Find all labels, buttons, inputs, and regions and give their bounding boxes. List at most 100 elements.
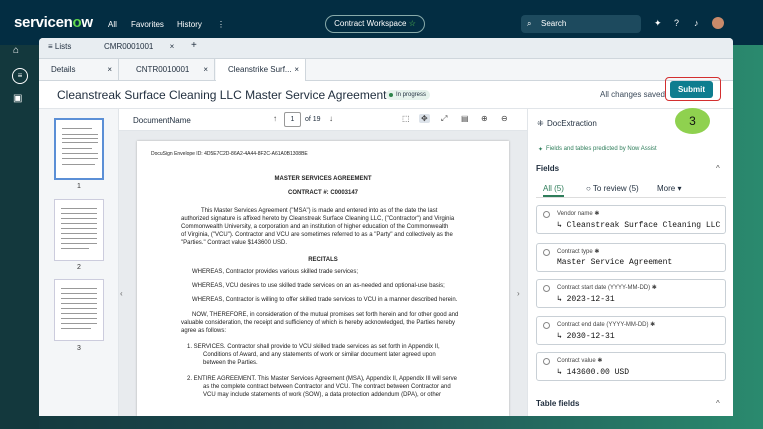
- layout-icon[interactable]: ▤: [461, 114, 469, 123]
- help-icon[interactable]: ?: [674, 18, 679, 28]
- doc-paragraph: This Master Services Agreement ("MSA") i…: [201, 208, 438, 214]
- field-label: Contract type ✱: [557, 249, 600, 255]
- close-icon[interactable]: ×: [170, 42, 175, 51]
- home-icon[interactable]: ⌂: [13, 45, 19, 56]
- predicted-note: Fields and tables predicted by Now Assis…: [546, 146, 657, 152]
- chevron-right-icon[interactable]: ›: [517, 289, 525, 299]
- doc-paragraph: Commonwealth University, a corporation a…: [181, 224, 449, 230]
- field-value[interactable]: ↳ 2030-12-31: [557, 331, 615, 341]
- field-contract-value[interactable]: Contract value ✱ ↳ 143600.00 USD: [536, 352, 726, 381]
- doc-paragraph: 2. ENTIRE AGREEMENT. This Master Service…: [187, 376, 457, 382]
- fullscreen-icon[interactable]: ⤢: [441, 114, 447, 124]
- doc-paragraph: WHEREAS, Contractor is willing to offer …: [192, 297, 458, 303]
- field-label: Vendor name ✱: [557, 211, 600, 217]
- lists-tab[interactable]: ≡ Lists: [48, 42, 71, 51]
- field-vendor-name[interactable]: Vendor name ✱ ↳ Cleanstreak Surface Clean…: [536, 205, 726, 234]
- field-label: Contract start date (YYYY-MM-DD) ✱: [557, 285, 657, 291]
- doc-paragraph: "Parties." Contract value $143600 USD.: [181, 240, 287, 246]
- nav-all[interactable]: All: [108, 20, 117, 29]
- contract-number: CONTRACT #: C0003147: [287, 190, 359, 196]
- doc-paragraph: 1. SERVICES. Contractor shall provide to…: [187, 344, 440, 350]
- nav-history[interactable]: History: [177, 20, 202, 29]
- tab-contract[interactable]: CNTR0010001 ×: [124, 59, 215, 81]
- arrow-up-icon[interactable]: ↑: [273, 114, 277, 123]
- radio-button[interactable]: [543, 249, 550, 256]
- global-search-input[interactable]: ⌕ Search: [521, 15, 641, 33]
- page-title: Cleanstreak Surface Cleaning LLC Master …: [57, 88, 387, 102]
- field-label: Contract end date (YYYY-MM-DD) ✱: [557, 322, 656, 328]
- workspace-pill[interactable]: Contract Workspace ☆: [325, 15, 425, 33]
- thumbnail-number: 2: [77, 264, 81, 271]
- workspace-app: ≡ Lists CMR0001001 × + Details × CNTR0010…: [39, 38, 733, 416]
- doc-paragraph: agree as follows:: [181, 328, 227, 334]
- page-thumbnail-2[interactable]: [54, 199, 104, 261]
- field-start-date[interactable]: Contract start date (YYYY-MM-DD) ✱ ↳ 2023…: [536, 279, 726, 308]
- arrow-down-icon[interactable]: ↓: [329, 114, 333, 123]
- record-tab[interactable]: CMR0001001 ×: [104, 42, 174, 51]
- page-count: of 19: [305, 116, 321, 123]
- field-value[interactable]: ↳ 2023-12-31: [557, 294, 615, 304]
- servicenow-logo[interactable]: servicenow: [14, 14, 93, 31]
- close-icon[interactable]: ×: [203, 59, 208, 81]
- bell-icon[interactable]: ♪: [694, 18, 699, 28]
- inbox-icon[interactable]: ▣: [13, 93, 22, 104]
- nav-favorites[interactable]: Favorites: [131, 20, 164, 29]
- field-value[interactable]: ↳ 143600.00 USD: [557, 367, 629, 377]
- tab-document[interactable]: Cleanstrike Surf... ×: [216, 59, 306, 81]
- tab-contract-label: CNTR0010001: [136, 65, 190, 74]
- radio-button[interactable]: [543, 322, 550, 329]
- pan-icon[interactable]: ✥: [419, 114, 430, 123]
- chevron-left-icon[interactable]: ‹: [120, 289, 128, 299]
- tab-more-label: More: [657, 184, 676, 193]
- page-number-input[interactable]: 1: [284, 112, 301, 127]
- close-icon[interactable]: ×: [294, 59, 299, 81]
- tab-details[interactable]: Details ×: [39, 59, 119, 81]
- tab-to-review-label: To review (5): [592, 184, 639, 193]
- page-thumbnail-3[interactable]: [54, 279, 104, 341]
- tab-more[interactable]: More ▾: [657, 184, 681, 193]
- doc-extraction-panel: ⁜ DocExtraction ✦ Fields and tables pred…: [527, 109, 733, 416]
- doc-paragraph: authorized signature is affixed hereto b…: [181, 216, 455, 222]
- list-icon[interactable]: ≡: [12, 68, 28, 84]
- close-icon[interactable]: ×: [107, 59, 112, 81]
- sparkle-icon[interactable]: ✦: [654, 18, 662, 29]
- thumbnail-number: 1: [77, 183, 81, 190]
- fields-heading: Fields: [536, 164, 560, 173]
- radio-button[interactable]: [543, 358, 550, 365]
- lists-label: Lists: [54, 42, 72, 51]
- search-icon: ⌕: [527, 19, 532, 28]
- document-name: DocumentName: [133, 116, 191, 125]
- star-icon: ☆: [408, 19, 416, 28]
- doc-paragraph: VCU may include statements of work (SOW)…: [203, 392, 441, 398]
- step-marker: 3: [675, 108, 710, 134]
- chevron-up-icon[interactable]: ^: [716, 399, 720, 408]
- tab-document-label: Cleanstrike Surf...: [228, 65, 292, 74]
- doc-paragraph: valuable consideration, the receipt and …: [181, 320, 456, 326]
- tab-to-review[interactable]: ○ To review (5): [586, 184, 639, 193]
- doc-heading: MASTER SERVICES AGREEMENT: [274, 176, 372, 182]
- add-tab-button[interactable]: +: [191, 40, 197, 51]
- zoom-out-icon[interactable]: ⊖: [501, 114, 508, 123]
- thumbnail-panel: 1 2 3: [39, 109, 119, 416]
- tab-all[interactable]: All (5): [543, 184, 564, 197]
- more-vertical-icon[interactable]: ⋮: [217, 20, 225, 29]
- panel-title: DocExtraction: [547, 119, 597, 128]
- radio-button[interactable]: [543, 285, 550, 292]
- submit-button[interactable]: Submit: [670, 81, 713, 98]
- radio-button[interactable]: [543, 211, 550, 218]
- field-value[interactable]: ↳ Cleanstreak Surface Cleaning LLC: [557, 220, 720, 230]
- chevron-up-icon[interactable]: ^: [716, 164, 720, 173]
- user-avatar[interactable]: [712, 17, 724, 29]
- tab-details-label: Details: [51, 65, 76, 74]
- workspace-label: Contract Workspace: [334, 19, 407, 28]
- zoom-in-icon[interactable]: ⊕: [481, 114, 488, 123]
- field-value[interactable]: Master Service Agreement: [557, 258, 672, 267]
- doc-paragraph: WHEREAS, VCU desires to use skilled trad…: [192, 283, 445, 289]
- doc-paragraph: of Virginia, ("VCU"). Contractor and VCU…: [181, 232, 453, 238]
- field-contract-type[interactable]: Contract type ✱ Master Service Agreement: [536, 243, 726, 272]
- field-end-date[interactable]: Contract end date (YYYY-MM-DD) ✱ ↳ 2030-1…: [536, 316, 726, 345]
- select-icon[interactable]: ⬚: [402, 114, 410, 123]
- page-thumbnail-1[interactable]: [54, 118, 104, 180]
- envelope-id: DocuSign Envelope ID: 4D5E7C2D-86A2-4A44…: [151, 151, 308, 157]
- doc-paragraph: Conditions of Award, and any statements …: [203, 352, 436, 358]
